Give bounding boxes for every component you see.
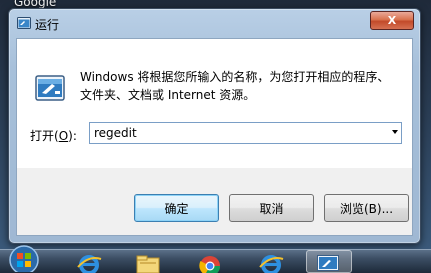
windows-explorer-icon[interactable] xyxy=(134,253,162,273)
run-app-icon xyxy=(317,255,339,271)
internet-explorer-icon[interactable] xyxy=(75,253,103,273)
open-label-accelerator: O xyxy=(58,129,69,143)
chevron-down-icon[interactable] xyxy=(392,130,398,134)
run-icon xyxy=(35,75,65,101)
dialog-description: Windows 将根据您所输入的名称，为您打开相应的程序、文件夹、文档或 Int… xyxy=(80,70,390,102)
chrome-icon[interactable] xyxy=(196,253,224,273)
dialog-content-area: Windows 将根据您所输入的名称，为您打开相应的程序、文件夹、文档或 Int… xyxy=(17,39,412,168)
browse-button[interactable]: 浏览(B)... xyxy=(324,194,409,222)
cancel-button[interactable]: 取消 xyxy=(229,194,314,222)
internet-explorer-icon[interactable] xyxy=(257,253,285,273)
start-orb-icon[interactable] xyxy=(6,244,42,272)
window-title: 运行 xyxy=(35,18,60,32)
open-combobox[interactable] xyxy=(89,122,402,144)
run-icon-small xyxy=(17,17,31,29)
taskbar-run-button[interactable] xyxy=(306,250,352,273)
dialog-body: Windows 将根据您所输入的名称，为您打开相应的程序、文件夹、文档或 Int… xyxy=(16,38,413,236)
taskbar xyxy=(0,245,431,273)
title-bar[interactable]: 运行 X xyxy=(9,9,420,37)
open-label-prefix: 打开( xyxy=(30,129,59,143)
run-dialog-window: 运行 X Windows 将根据您所输入的名称，为您打开相应的程序、文件夹、文档… xyxy=(8,8,421,244)
close-icon: X xyxy=(387,14,397,27)
open-input[interactable] xyxy=(90,123,384,143)
open-label-suffix: ): xyxy=(68,129,77,143)
open-label: 打开(O): xyxy=(30,127,77,144)
ok-button[interactable]: 确定 xyxy=(134,194,219,222)
close-button[interactable]: X xyxy=(370,11,414,30)
